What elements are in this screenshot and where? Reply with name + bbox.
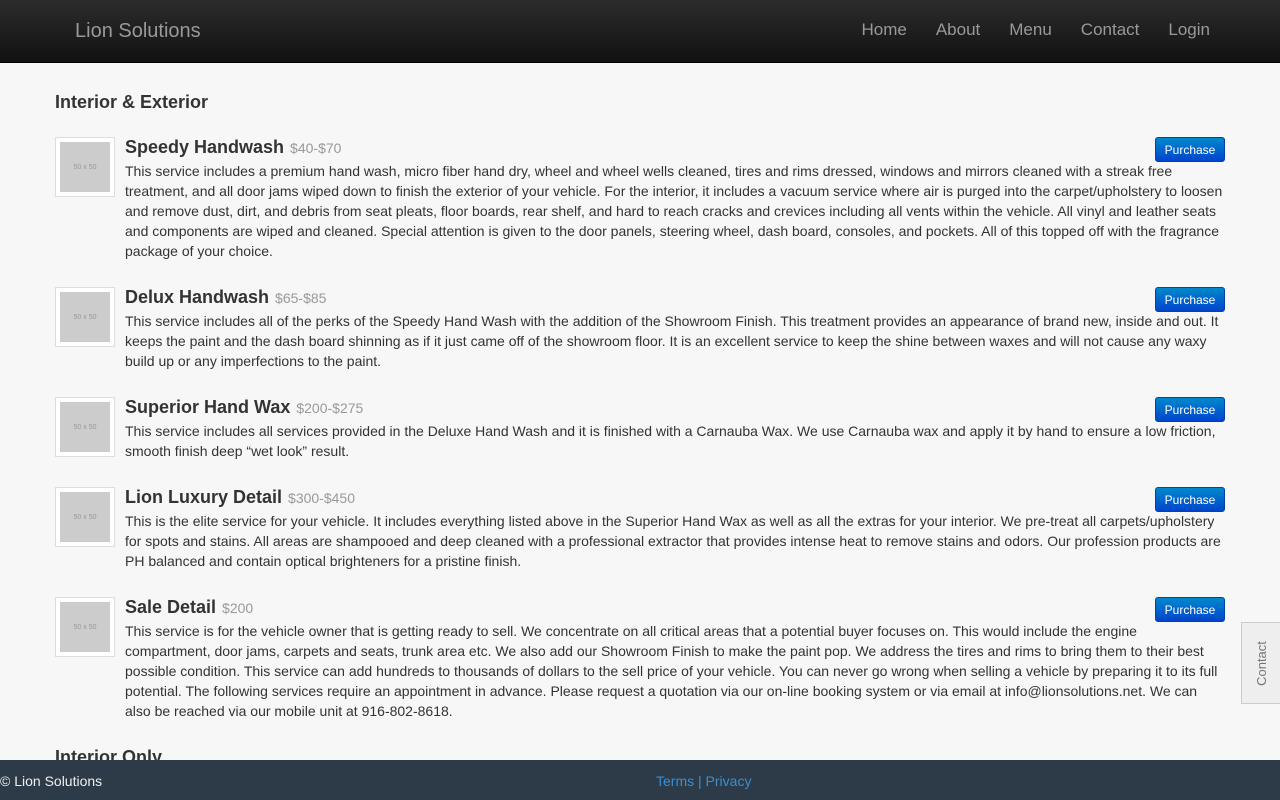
service-description: This service includes all services provi… xyxy=(125,423,1216,459)
service-thumbnail: 50 x 50 xyxy=(55,397,115,457)
service-thumbnail: 50 x 50 xyxy=(55,487,115,547)
terms-link[interactable]: Terms xyxy=(656,773,694,789)
thumbnail-placeholder: 50 x 50 xyxy=(60,402,110,452)
service-body: Delux Handwash $65-$85 This service incl… xyxy=(125,287,1225,377)
service-heading: Superior Hand Wax $200-$275 xyxy=(125,397,1225,419)
service-item: 50 x 50 Delux Handwash $65-$85 This serv… xyxy=(55,287,1225,377)
service-title: Lion Luxury Detail xyxy=(125,487,283,507)
nav-contact[interactable]: Contact xyxy=(1081,20,1140,40)
service-description: This service includes a premium hand was… xyxy=(125,163,1223,259)
service-title: Sale Detail xyxy=(125,597,217,617)
service-description: This is the elite service for your vehic… xyxy=(125,513,1221,569)
nav-menu[interactable]: Menu xyxy=(1009,20,1052,40)
service-item: 50 x 50 Sale Detail $200 This service is… xyxy=(55,597,1225,727)
nav-home[interactable]: Home xyxy=(861,20,906,40)
section-title: Interior & Exterior xyxy=(55,92,209,112)
contact-side-tab[interactable]: Contact xyxy=(1241,622,1280,704)
service-description: This service is for the vehicle owner th… xyxy=(125,623,1218,719)
brand-logo[interactable]: Lion Solutions xyxy=(75,20,201,43)
service-thumbnail: 50 x 50 xyxy=(55,137,115,197)
purchase-button[interactable]: Purchase xyxy=(1155,287,1225,312)
service-price: $200-$275 xyxy=(296,400,364,416)
privacy-link[interactable]: Privacy xyxy=(706,773,752,789)
service-item: 50 x 50 Superior Hand Wax $200-$275 This… xyxy=(55,397,1225,467)
service-price: $300-$450 xyxy=(288,490,355,506)
top-navbar: Lion Solutions Home About Menu Contact L… xyxy=(0,0,1280,63)
section-title-interior: Interior Only xyxy=(55,747,163,760)
service-title: Delux Handwash xyxy=(125,287,270,307)
main-content: Interior & Exterior 50 x 50 Speedy Handw… xyxy=(55,63,1225,760)
service-price: $200 xyxy=(222,600,254,616)
service-price: $40-$70 xyxy=(290,140,342,156)
service-heading: Lion Luxury Detail $300-$450 xyxy=(125,487,1225,509)
service-heading: Delux Handwash $65-$85 xyxy=(125,287,1225,309)
purchase-button[interactable]: Purchase xyxy=(1155,137,1225,162)
thumbnail-placeholder: 50 x 50 xyxy=(60,292,110,342)
thumbnail-placeholder: 50 x 50 xyxy=(60,142,110,192)
service-title: Speedy Handwash xyxy=(125,137,285,157)
service-item: 50 x 50 Lion Luxury Detail $300-$450 Thi… xyxy=(55,487,1225,577)
purchase-button[interactable]: Purchase xyxy=(1155,597,1225,622)
nav-login[interactable]: Login xyxy=(1168,20,1210,40)
contact-tab-label: Contact xyxy=(1253,640,1269,686)
service-body: Lion Luxury Detail $300-$450 This is the… xyxy=(125,487,1225,577)
copyright: © Lion Solutions xyxy=(0,773,103,789)
service-price: $65-$85 xyxy=(275,290,327,306)
service-description: This service includes all of the perks o… xyxy=(125,313,1219,369)
footer-separator: | xyxy=(698,773,702,789)
service-thumbnail: 50 x 50 xyxy=(55,287,115,347)
thumbnail-placeholder: 50 x 50 xyxy=(60,602,110,652)
service-item: 50 x 50 Speedy Handwash $40-$70 This ser… xyxy=(55,137,1225,267)
main-nav: Home About Menu Contact Login xyxy=(832,20,1210,40)
purchase-button[interactable]: Purchase xyxy=(1155,487,1225,512)
purchase-button[interactable]: Purchase xyxy=(1155,397,1225,422)
service-body: Superior Hand Wax $200-$275 This service… xyxy=(125,397,1225,467)
service-heading: Sale Detail $200 xyxy=(125,597,1225,619)
service-body: Speedy Handwash $40-$70 This service inc… xyxy=(125,137,1225,267)
service-body: Sale Detail $200 This service is for the… xyxy=(125,597,1225,727)
service-heading: Speedy Handwash $40-$70 xyxy=(125,137,1225,159)
footer-links: Terms | Privacy xyxy=(656,773,751,789)
footer: © Lion Solutions Terms | Privacy xyxy=(0,760,1280,800)
service-thumbnail: 50 x 50 xyxy=(55,597,115,657)
service-title: Superior Hand Wax xyxy=(125,397,291,417)
nav-about[interactable]: About xyxy=(936,20,980,40)
thumbnail-placeholder: 50 x 50 xyxy=(60,492,110,542)
